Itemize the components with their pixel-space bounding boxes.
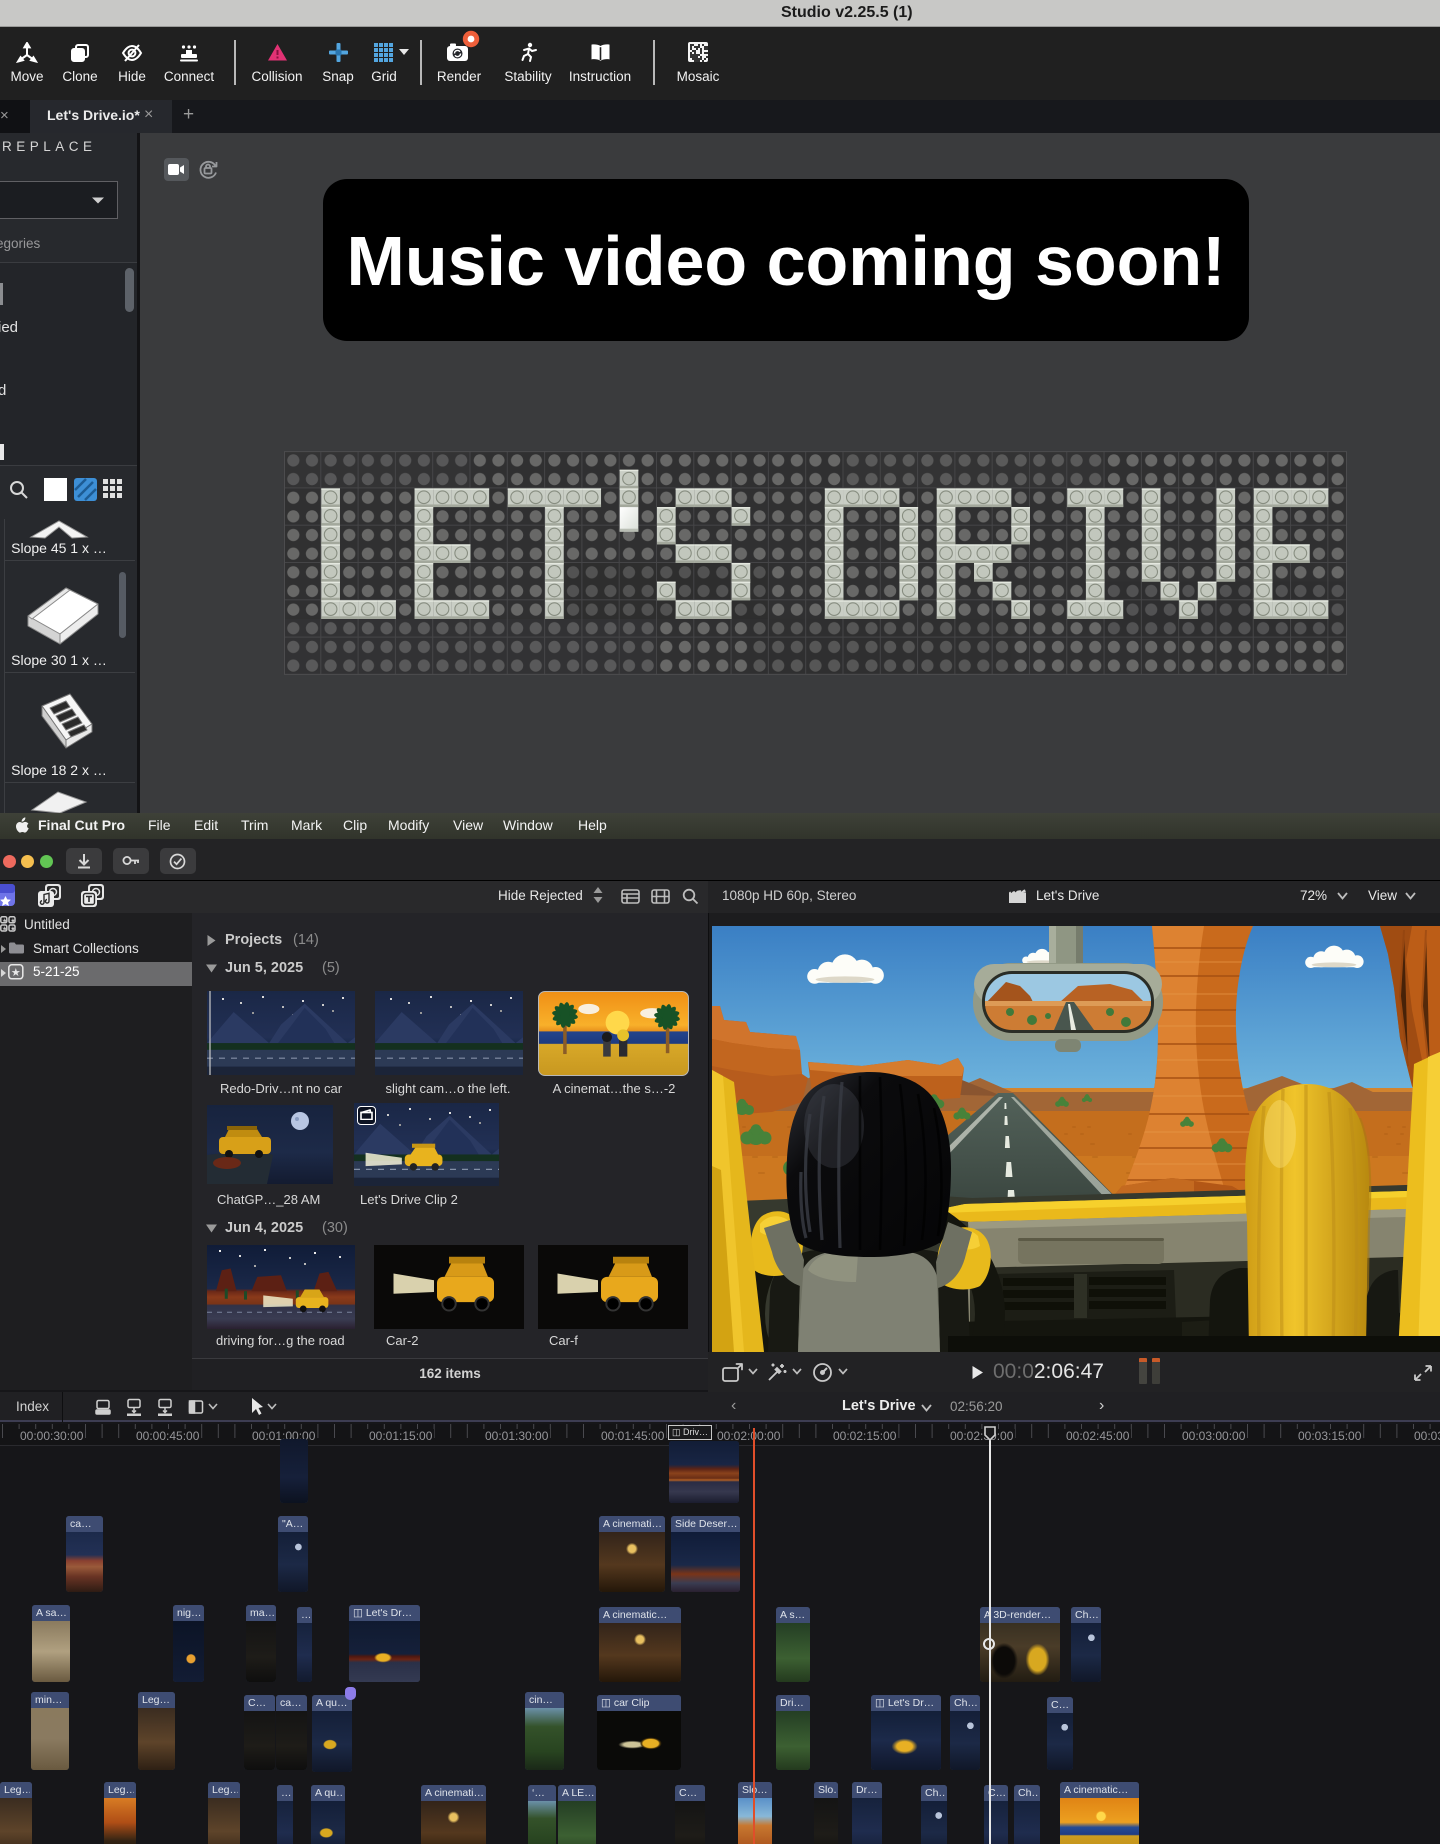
svg-text:★: ★ (10, 926, 15, 932)
svg-text:★: ★ (11, 967, 21, 979)
svg-text:★: ★ (10, 918, 15, 925)
svg-text:★: ★ (2, 918, 7, 925)
svg-text:★: ★ (2, 926, 7, 932)
